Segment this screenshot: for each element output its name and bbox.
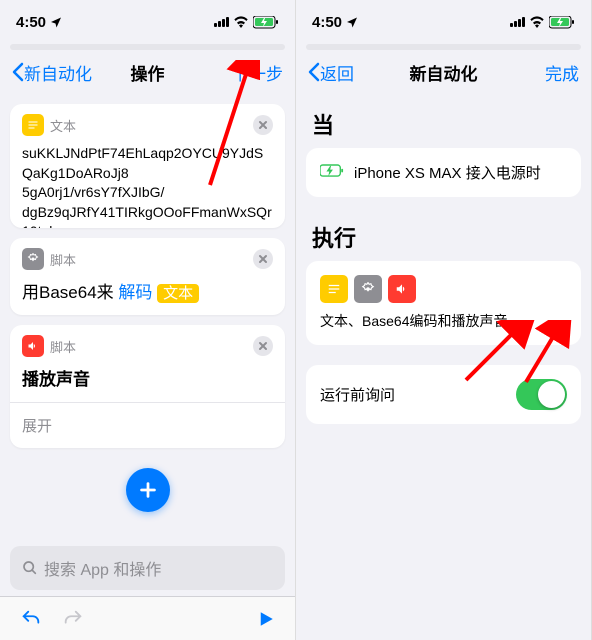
action-icons xyxy=(320,275,416,303)
text-icon xyxy=(22,114,44,136)
close-icon xyxy=(258,254,268,264)
close-icon xyxy=(258,120,268,130)
content-area: 当 iPhone XS MAX 接入电源时 执行 文本、Base64编码和播放声… xyxy=(296,94,591,640)
nav-back-button[interactable]: 新自动化 xyxy=(12,60,92,85)
search-bar[interactable]: 搜索 App 和操作 xyxy=(10,546,285,590)
text-content[interactable]: suKKLJNdPtF74EhLaqp2OYCU9YJdSQaKg1DoARoJ… xyxy=(10,136,285,228)
base64-body: 用Base64来 解码 文本 xyxy=(10,270,285,315)
play-icon xyxy=(257,610,275,628)
nav-title: 操作 xyxy=(131,60,165,85)
do-actions-row[interactable]: 文本、Base64编码和播放声音 xyxy=(306,261,581,345)
battery-icon xyxy=(253,16,279,29)
status-bar: 4:50 xyxy=(0,0,295,44)
card-close-button[interactable] xyxy=(253,115,273,135)
location-icon xyxy=(50,16,62,28)
when-condition-text: iPhone XS MAX 接入电源时 xyxy=(354,162,541,183)
plus-icon xyxy=(137,479,159,501)
battery-icon xyxy=(549,16,575,29)
card-label: 脚本 xyxy=(50,250,76,269)
gear-icon xyxy=(354,275,382,303)
search-icon xyxy=(22,560,38,576)
nav-done-button[interactable]: 完成 xyxy=(545,60,579,85)
card-label: 脚本 xyxy=(50,337,76,356)
base64-card[interactable]: 脚本 用Base64来 解码 文本 xyxy=(10,238,285,315)
nav-title: 新自动化 xyxy=(410,60,478,85)
ask-toggle[interactable] xyxy=(516,379,567,410)
sound-card[interactable]: 脚本 播放声音 展开 xyxy=(10,325,285,448)
redo-button[interactable] xyxy=(62,608,84,630)
wifi-icon xyxy=(529,16,545,28)
right-screen: 4:50 返回 新自动化 完成 当 iPhone XS MAX 接入电源时 执行 xyxy=(296,0,592,640)
bottom-toolbar xyxy=(0,596,295,640)
nav-bar: 返回 新自动化 完成 xyxy=(296,50,591,94)
section-when: 当 xyxy=(296,94,591,148)
wifi-icon xyxy=(233,16,249,28)
nav-back-button[interactable]: 返回 xyxy=(308,60,354,85)
decode-token[interactable]: 解码 xyxy=(118,283,152,302)
gear-icon xyxy=(22,248,44,270)
nav-bar: 新自动化 操作 下一步 xyxy=(0,50,295,94)
toggle-knob xyxy=(538,381,565,408)
search-placeholder: 搜索 App 和操作 xyxy=(44,556,161,580)
card-close-button[interactable] xyxy=(253,336,273,356)
text-card[interactable]: 文本 suKKLJNdPtF74EhLaqp2OYCU9YJdSQaKg1DoA… xyxy=(10,104,285,228)
signal-icon xyxy=(214,17,229,27)
nav-back-label: 返回 xyxy=(320,60,354,85)
undo-button[interactable] xyxy=(20,608,42,630)
ask-label: 运行前询问 xyxy=(320,384,395,405)
add-action-button[interactable] xyxy=(126,468,170,512)
location-icon xyxy=(346,16,358,28)
content-area: 文本 suKKLJNdPtF74EhLaqp2OYCU9YJdSQaKg1DoA… xyxy=(0,94,295,546)
card-close-button[interactable] xyxy=(253,249,273,269)
do-description: 文本、Base64编码和播放声音 xyxy=(320,311,507,331)
nav-next-button[interactable]: 下一步 xyxy=(232,60,283,85)
when-condition-row[interactable]: iPhone XS MAX 接入电源时 xyxy=(306,148,581,197)
signal-icon xyxy=(510,17,525,27)
run-button[interactable] xyxy=(257,610,275,628)
close-icon xyxy=(258,341,268,351)
text-token[interactable]: 文本 xyxy=(157,284,199,303)
status-bar: 4:50 xyxy=(296,0,591,44)
charge-icon xyxy=(320,164,344,182)
status-time: 4:50 xyxy=(312,14,342,31)
nav-back-label: 新自动化 xyxy=(24,60,92,85)
expand-button[interactable]: 展开 xyxy=(10,402,285,448)
speaker-icon xyxy=(22,335,44,357)
chevron-left-icon xyxy=(308,62,320,82)
speaker-icon xyxy=(388,275,416,303)
text-icon xyxy=(320,275,348,303)
status-time: 4:50 xyxy=(16,14,46,31)
card-label: 文本 xyxy=(50,116,76,135)
left-screen: 4:50 新自动化 操作 下一步 文本 xyxy=(0,0,296,640)
section-do: 执行 xyxy=(296,207,591,261)
sound-title: 播放声音 xyxy=(10,357,285,402)
ask-before-run-row: 运行前询问 xyxy=(306,365,581,424)
chevron-left-icon xyxy=(12,62,24,82)
